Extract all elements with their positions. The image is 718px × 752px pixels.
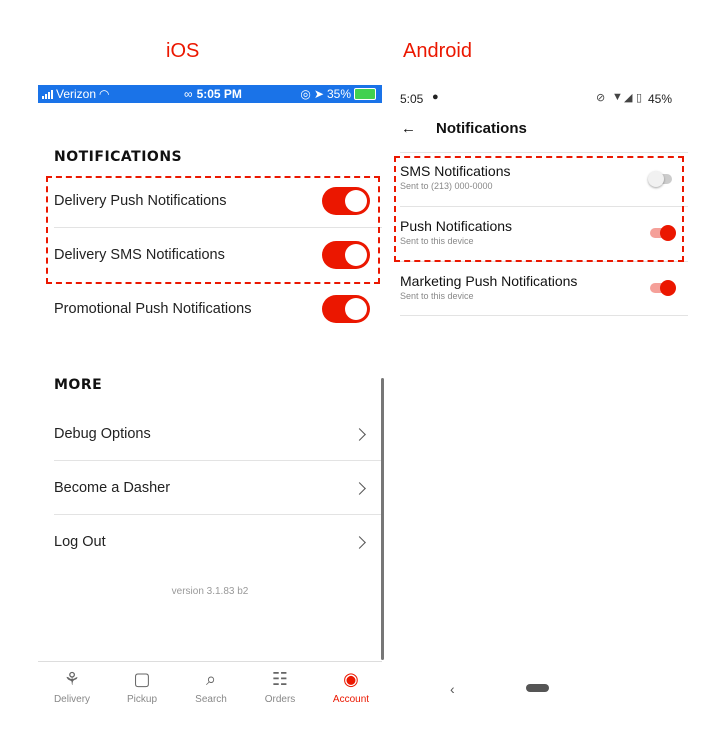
back-arrow-icon[interactable]: ← xyxy=(401,120,416,137)
android-status-bar: 5:05 ● ⊘ ▼ ◢ ▯ 45% xyxy=(400,91,690,108)
promotional-push-toggle[interactable] xyxy=(322,295,370,323)
row-label: Become a Dasher xyxy=(54,480,171,496)
notifications-heading: NOTIFICATIONS xyxy=(54,149,183,165)
bag-icon: ▢ xyxy=(133,669,151,689)
search-icon: ⌕ xyxy=(205,669,217,689)
tab-label: Account xyxy=(332,694,370,705)
marketing-push-row[interactable]: Marketing Push Notifications Sent to thi… xyxy=(400,265,686,319)
debug-options-row[interactable]: Debug Options xyxy=(54,407,370,461)
tab-label: Delivery xyxy=(53,694,91,705)
location-icon: ➤ xyxy=(313,87,324,101)
battery-percent: 45% xyxy=(648,92,673,106)
receipt-icon: ☷ xyxy=(271,669,289,689)
android-header: Android xyxy=(403,40,472,62)
messenger-icon: ● xyxy=(432,91,439,103)
account-icon: ◉ xyxy=(343,669,359,689)
chevron-right-icon xyxy=(353,481,366,495)
tab-search[interactable]: ⌕ Search xyxy=(181,668,241,705)
tab-pickup[interactable]: ▢ Pickup xyxy=(112,668,172,705)
setting-label: Promotional Push Notifications xyxy=(54,301,252,317)
link-icon: ∞ xyxy=(184,87,193,101)
tab-orders[interactable]: ☷ Orders xyxy=(250,668,310,705)
signal-icon xyxy=(42,89,53,99)
battery-icon: ▯ xyxy=(636,92,643,104)
log-out-row[interactable]: Log Out xyxy=(54,515,370,569)
marketing-switch[interactable] xyxy=(650,280,676,296)
row-label: Debug Options xyxy=(54,426,151,442)
carrier-name: Verizon xyxy=(56,87,97,101)
divider xyxy=(400,152,688,153)
more-heading: MORE xyxy=(54,377,103,393)
nav-back-icon[interactable]: ‹ xyxy=(450,681,455,697)
row-subtitle: Sent to this device xyxy=(400,291,474,301)
become-dasher-row[interactable]: Become a Dasher xyxy=(54,461,370,515)
row-title: Marketing Push Notifications xyxy=(400,273,578,289)
battery-icon xyxy=(354,88,376,100)
signal-icon: ◢ xyxy=(624,92,633,104)
ios-header: iOS xyxy=(166,40,200,62)
chevron-right-icon xyxy=(353,535,366,549)
ios-clock: 5:05 PM xyxy=(196,87,242,101)
mute-icon: ⊘ xyxy=(596,92,606,104)
highlight-box xyxy=(394,156,684,262)
tab-delivery[interactable]: ⚘ Delivery xyxy=(42,668,102,705)
wifi-icon: ◠ xyxy=(99,87,110,101)
scrollbar[interactable] xyxy=(381,378,384,660)
wifi-icon: ▼ xyxy=(612,91,623,103)
scooter-icon: ⚘ xyxy=(63,669,81,689)
row-label: Log Out xyxy=(54,534,106,550)
nav-home-pill[interactable] xyxy=(526,684,549,692)
android-page-title: Notifications xyxy=(436,120,527,137)
chevron-right-icon xyxy=(353,427,366,441)
android-clock: 5:05 xyxy=(400,92,424,106)
tab-label: Search xyxy=(195,694,227,705)
app-version: version 3.1.83 b2 xyxy=(171,586,249,597)
ios-status-bar: Verizon ◠ ∞ 5:05 PM ◎ ➤ 35% xyxy=(38,85,382,103)
highlight-box xyxy=(46,176,380,284)
setting-promotional-push[interactable]: Promotional Push Notifications xyxy=(54,282,370,336)
tab-bar: ⚘ Delivery ▢ Pickup ⌕ Search ☷ Orders ◉ … xyxy=(38,661,382,716)
lock-rotation-icon: ◎ xyxy=(300,87,311,101)
tab-account[interactable]: ◉ Account xyxy=(321,668,381,705)
tab-label: Pickup xyxy=(126,694,157,705)
switch-knob xyxy=(660,280,676,296)
tab-label: Orders xyxy=(264,694,296,705)
divider xyxy=(400,315,688,316)
battery-percent: 35% xyxy=(326,87,351,101)
